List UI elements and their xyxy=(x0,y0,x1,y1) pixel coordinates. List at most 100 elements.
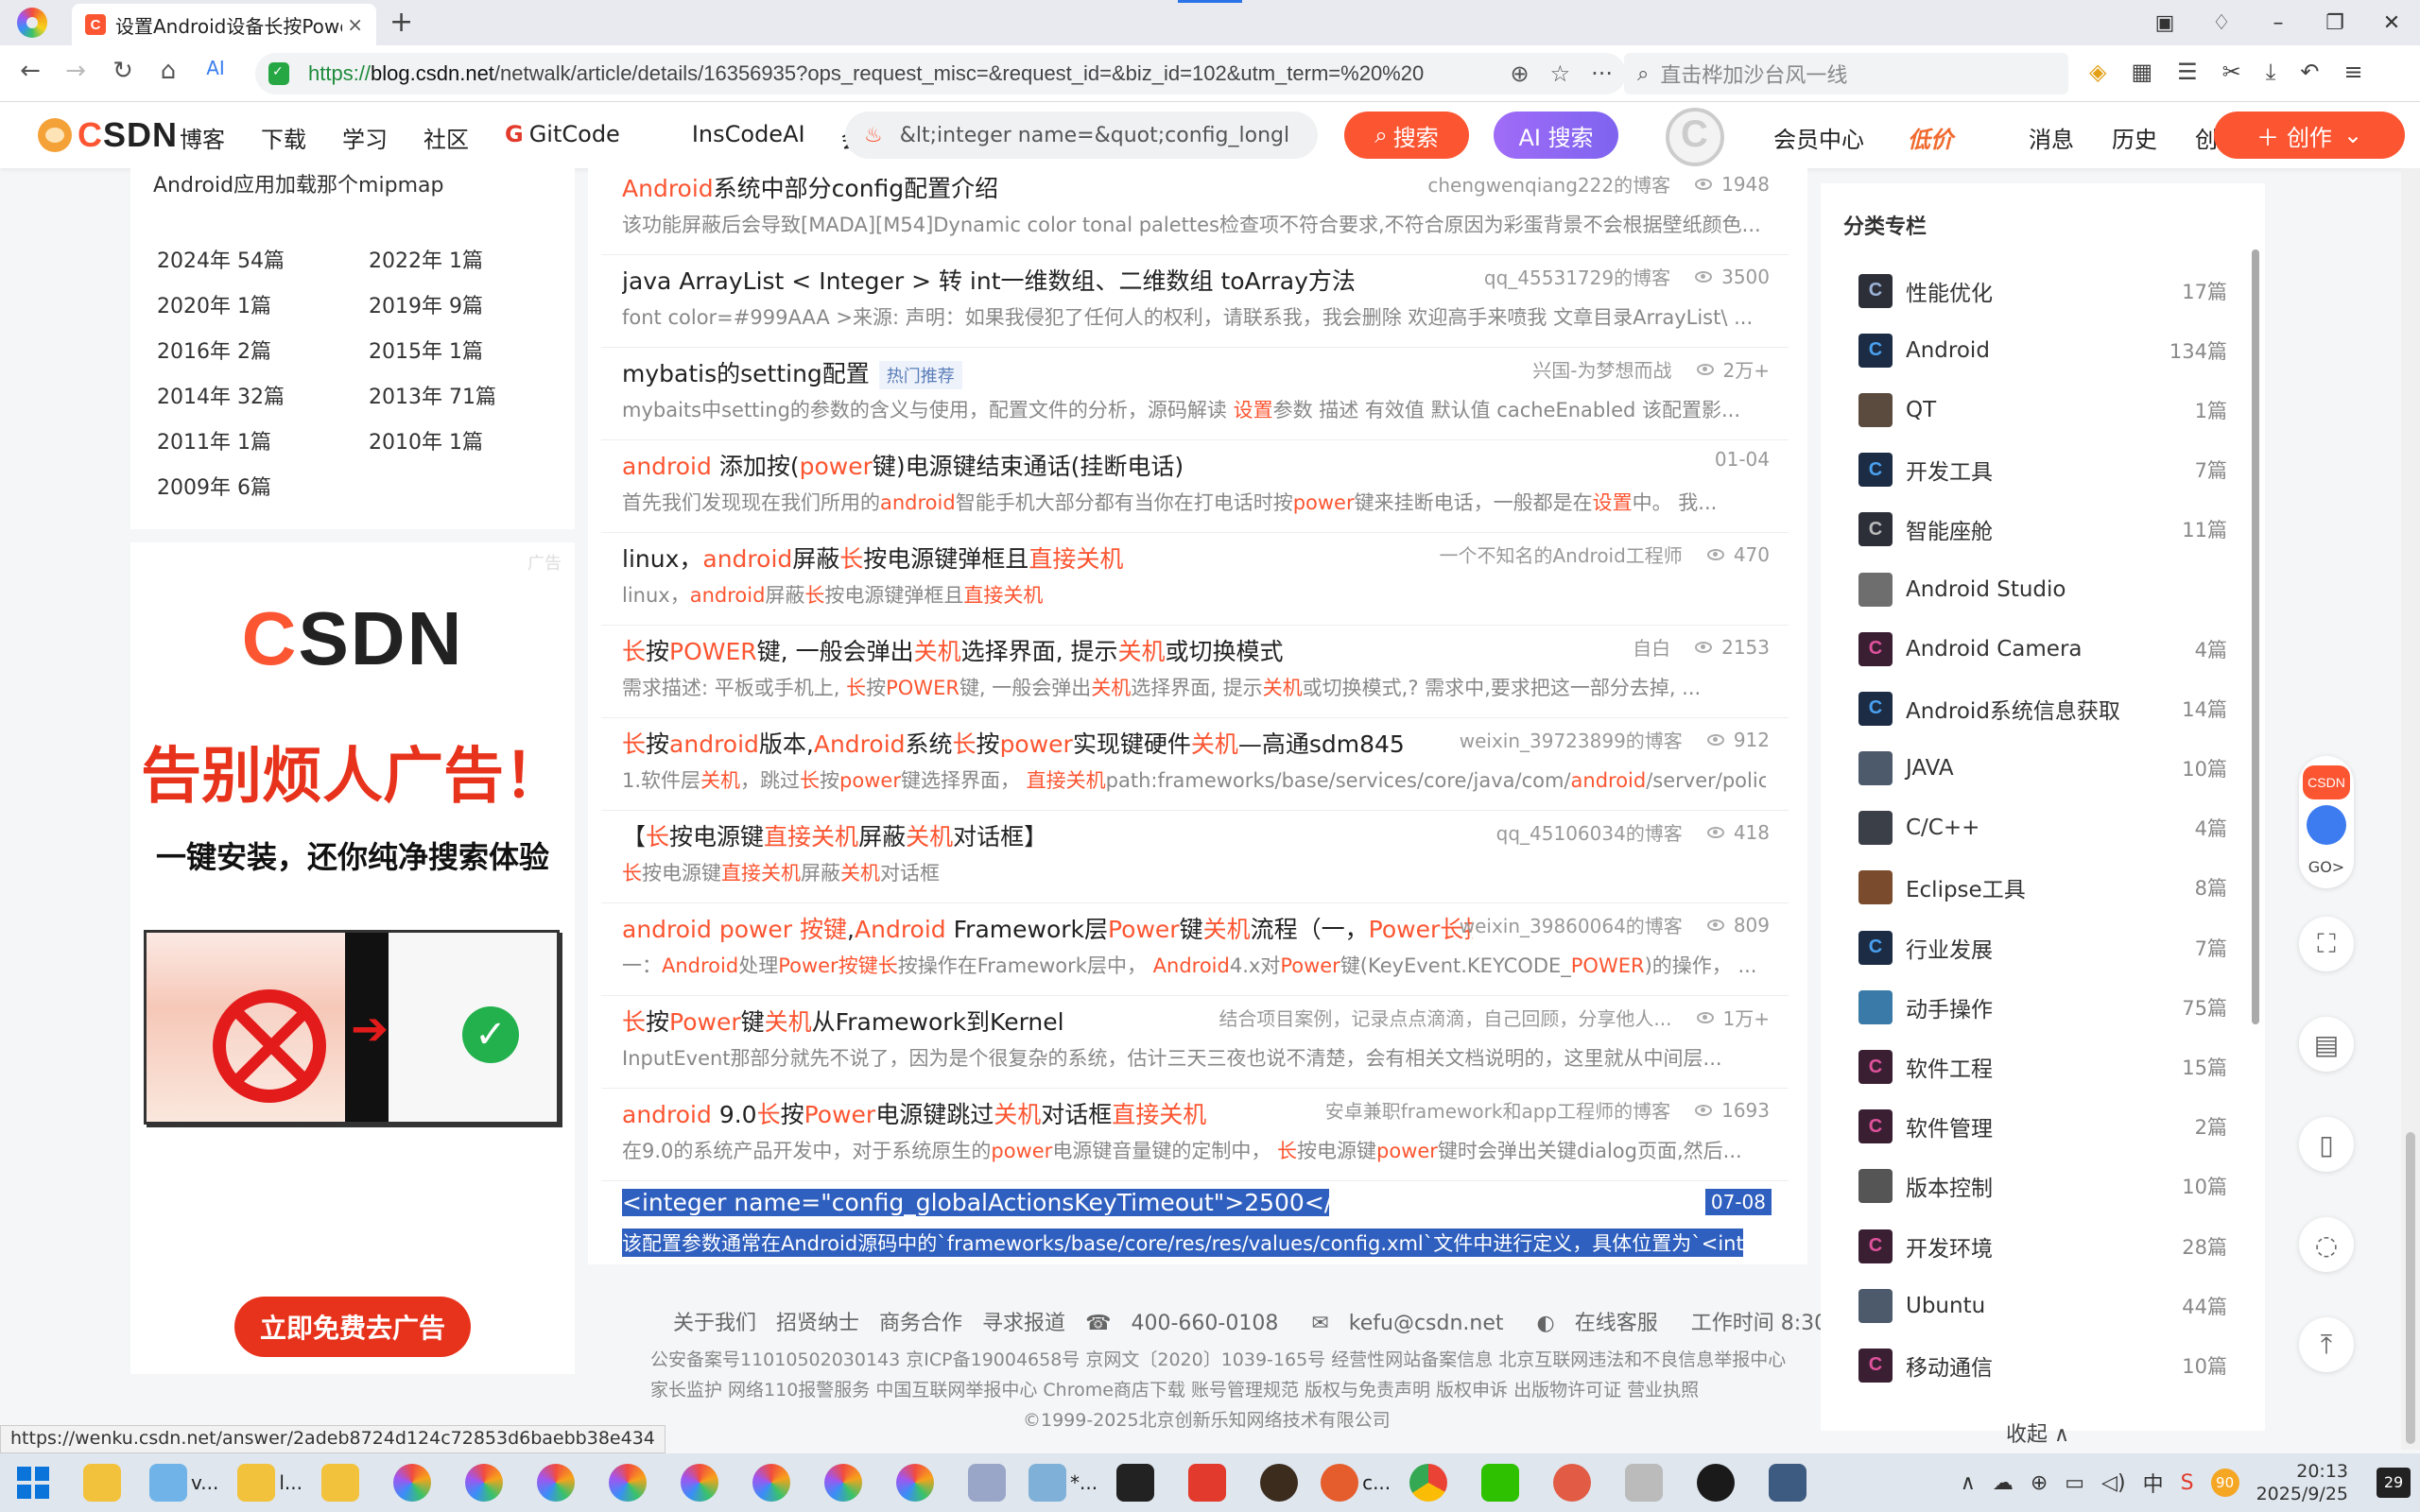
browser-icon[interactable] xyxy=(896,1464,934,1502)
chrome-icon[interactable] xyxy=(1409,1464,1448,1502)
list-item[interactable]: Android系统中部分config配置介绍 chengwenqiang222的… xyxy=(601,163,1789,255)
item-title[interactable]: android power 按键,Android Framework层Power… xyxy=(622,911,1473,945)
weibo-icon[interactable] xyxy=(1553,1464,1592,1502)
about-link[interactable]: 关于我们 xyxy=(673,1312,756,1335)
item-title[interactable]: linux，android屏蔽长按电源键弹框且直接关机 xyxy=(622,541,1123,575)
app-window-icon[interactable] xyxy=(1769,1464,1807,1502)
clock[interactable]: 20:13 2025/9/25 xyxy=(2256,1460,2348,1505)
browser-logo-icon[interactable] xyxy=(17,8,47,38)
press-link[interactable]: 寻求报道 xyxy=(982,1312,1065,1335)
category-item[interactable]: C 开发工具 7篇 xyxy=(1858,440,2227,500)
category-item[interactable]: C Android Camera 4篇 xyxy=(1858,619,2227,679)
close-window-button[interactable]: ✕ xyxy=(2363,11,2420,35)
list-item[interactable]: android power 按键,Android Framework层Power… xyxy=(601,903,1789,996)
browser-icon[interactable] xyxy=(681,1464,718,1502)
phone-link[interactable]: ☎ 400-660-0108 xyxy=(1085,1312,1291,1335)
browser-tab-active[interactable]: C 设置Android设备长按Power × xyxy=(72,4,376,45)
undo-icon[interactable]: ↶ xyxy=(2300,59,2319,85)
item-title[interactable]: <integer name="config_globalActionsKeyTi… xyxy=(622,1189,1329,1216)
language-icon[interactable]: ⊕ xyxy=(2031,1471,2048,1495)
forward-icon[interactable]: → xyxy=(59,57,93,85)
browser-icon[interactable] xyxy=(465,1464,503,1502)
back-icon[interactable]: ← xyxy=(13,57,47,85)
list-item[interactable]: 长按android版本,Android系统长按power实现键硬件关机—高通sd… xyxy=(601,718,1789,811)
archive-item[interactable]: 2022年 1篇 xyxy=(369,244,573,273)
archive-item[interactable]: 2009年 6篇 xyxy=(157,471,369,500)
item-title[interactable]: 【长按电源键直接关机屏蔽关机对话框】 xyxy=(622,818,1047,852)
category-item[interactable]: C 移动通信 10篇 xyxy=(1858,1335,2227,1395)
battery-percent-badge[interactable]: 90 xyxy=(2210,1469,2239,1497)
category-item[interactable]: JAVA 10篇 xyxy=(1858,739,2227,799)
category-item[interactable]: C 行业发展 7篇 xyxy=(1858,918,2227,977)
back-to-top-icon[interactable]: ⤒ xyxy=(2299,1317,2354,1372)
windows-start-icon[interactable] xyxy=(17,1467,49,1499)
folder-icon[interactable] xyxy=(321,1464,359,1502)
menu-icon[interactable]: ≡ xyxy=(2344,59,2363,85)
volume-icon[interactable]: ◁) xyxy=(2101,1471,2126,1495)
fullscreen-icon[interactable]: ⛶ xyxy=(2299,917,2354,971)
sidebar-toggle-icon[interactable]: ▣ xyxy=(2136,11,2193,35)
minimize-button[interactable]: – xyxy=(2250,11,2307,35)
shirt-icon[interactable]: ♢ xyxy=(2193,11,2250,35)
item-title[interactable]: android 9.0长按Power电源键跳过关机对话框直接关机 xyxy=(622,1096,1206,1130)
category-item[interactable]: C 软件管理 2篇 xyxy=(1858,1097,2227,1157)
archive-item[interactable]: 2020年 1篇 xyxy=(157,289,369,318)
category-item[interactable]: C Android系统信息获取 14篇 xyxy=(1858,679,2227,738)
nav-download[interactable]: 下载 xyxy=(261,121,306,154)
mobile-icon[interactable]: ▯ xyxy=(2299,1117,2354,1172)
archive-item[interactable]: 2016年 2篇 xyxy=(157,335,369,364)
app-cube-icon[interactable] xyxy=(149,1464,187,1502)
nav-gitcode[interactable]: G GitCode xyxy=(505,121,656,154)
url-field[interactable]: https://blog.csdn.net/netwalk/article/de… xyxy=(255,53,1626,94)
apps-grid-icon[interactable]: ▦ xyxy=(2131,59,2152,85)
list-item[interactable]: 长按Power键关机从Framework到Kernel 结合项目案例，记录点点滴… xyxy=(601,996,1789,1089)
wechat-icon[interactable] xyxy=(1481,1464,1520,1502)
category-item[interactable]: QT 1篇 xyxy=(1858,380,2227,439)
chrome-dev-icon[interactable] xyxy=(1321,1464,1359,1502)
browser-icon[interactable] xyxy=(609,1464,647,1502)
item-title[interactable]: Android系统中部分config配置介绍 xyxy=(622,170,998,204)
item-title[interactable]: android 添加按(power键)电源键结束通话(挂断电话) xyxy=(622,448,1184,482)
restore-button[interactable]: ❐ xyxy=(2307,11,2363,35)
category-item[interactable]: 动手操作 75篇 xyxy=(1858,977,2227,1037)
paint-icon[interactable] xyxy=(968,1464,1006,1502)
category-item[interactable]: C Android 134篇 xyxy=(1858,320,2227,380)
list-item[interactable]: linux，android屏蔽长按电源键弹框且直接关机 一个不知名的Androi… xyxy=(601,533,1789,626)
nav-blog[interactable]: 博客 xyxy=(180,121,225,154)
item-title[interactable]: 长按POWER键, 一般会弹出关机选择界面, 提示关机或切换模式 xyxy=(622,633,1284,667)
archive-item[interactable]: 2011年 1篇 xyxy=(157,425,369,455)
ai-icon[interactable]: AI xyxy=(199,57,233,79)
scissors-icon[interactable]: ✂ xyxy=(2222,59,2241,85)
ad-banner[interactable]: 广告 CSDN 告别烦人广告！ 一键安装，还你纯净搜索体验 ➔ ✓ 立即免费去广… xyxy=(130,542,575,1374)
tools-icon[interactable] xyxy=(1625,1464,1664,1502)
home-icon[interactable]: ⌂ xyxy=(151,57,185,85)
notepad-icon[interactable] xyxy=(1028,1464,1066,1502)
history-link[interactable]: 历史 xyxy=(2112,121,2157,154)
email-link[interactable]: ✉ kefu@csdn.net xyxy=(1311,1312,1516,1335)
chevron-up-icon[interactable]: ∧ xyxy=(1961,1471,1976,1495)
site-search-input[interactable]: ♨ &lt;integer name=&quot;config_longl xyxy=(845,112,1318,159)
csdn-assistant-widget[interactable]: CSDN GO> xyxy=(2299,756,2354,888)
folder-icon[interactable] xyxy=(83,1464,121,1502)
category-item[interactable]: Android Studio xyxy=(1858,559,2227,619)
nav-inscodeai[interactable]: InsCodeAI xyxy=(692,121,805,154)
wps-icon[interactable] xyxy=(1188,1464,1227,1502)
item-title[interactable]: java ArrayList < Integer > 转 int一维数组、二维数… xyxy=(622,263,1356,297)
csdn-logo[interactable]: CSDN xyxy=(38,115,178,155)
list-item[interactable]: java ArrayList < Integer > 转 int一维数组、二维数… xyxy=(601,255,1789,348)
nav-community[interactable]: 社区 xyxy=(424,121,469,154)
security-icon[interactable]: S xyxy=(2181,1471,2194,1495)
archive-item[interactable]: 2014年 32篇 xyxy=(157,380,369,409)
category-item[interactable]: C 开发环境 28篇 xyxy=(1858,1216,2227,1276)
service-link[interactable]: ◐ 在线客服 xyxy=(1537,1312,1671,1335)
category-item[interactable]: Ubuntu 44篇 xyxy=(1858,1276,2227,1335)
item-title[interactable]: 长按android版本,Android系统长按power实现键硬件关机—高通sd… xyxy=(622,726,1405,760)
category-item[interactable]: C 性能优化 17篇 xyxy=(1858,261,2227,320)
messages-link[interactable]: 消息 xyxy=(2029,121,2074,154)
archive-title[interactable]: Android应用加载那个mipmap xyxy=(153,168,443,198)
browser-icon[interactable] xyxy=(824,1464,862,1502)
bookmark-star-icon[interactable]: ☆ xyxy=(1550,60,1571,87)
archive-item[interactable]: 2015年 1篇 xyxy=(369,335,573,364)
vip-center-link[interactable]: 会员中心 低价 xyxy=(1773,121,1991,154)
item-title[interactable]: 长按Power键关机从Framework到Kernel xyxy=(622,1004,1064,1038)
